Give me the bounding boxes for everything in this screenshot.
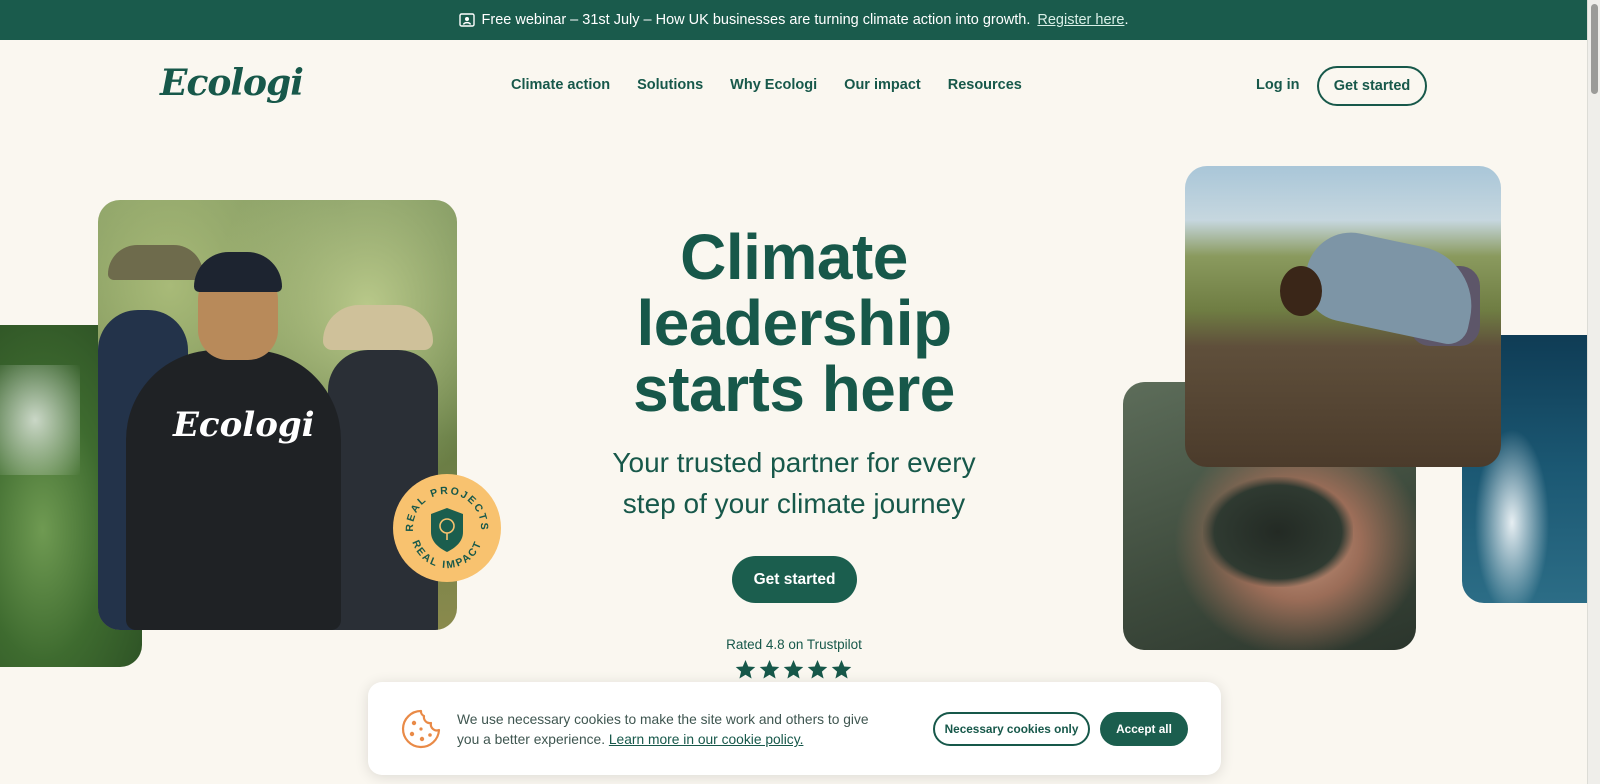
shirt-logo: Ecologi <box>173 405 315 445</box>
star-icon <box>735 660 756 679</box>
hat-shape <box>323 305 433 350</box>
cookie-banner: We use necessary cookies to make the sit… <box>368 682 1221 775</box>
nav-climate-action[interactable]: Climate action <box>511 77 610 93</box>
necessary-cookies-button[interactable]: Necessary cookies only <box>933 712 1090 746</box>
main-nav: Ecologi Climate action Solutions Why Eco… <box>0 40 1587 133</box>
hero-subtitle: Your trusted partner for every step of y… <box>612 447 976 519</box>
rating-stars <box>735 659 853 681</box>
cap-shape <box>194 252 282 292</box>
presentation-icon <box>458 13 475 27</box>
hero-title: Climate leadership starts here <box>633 221 955 425</box>
nav-resources[interactable]: Resources <box>948 77 1022 93</box>
star-icon <box>759 660 780 679</box>
real-projects-badge: REAL PROJECTS REAL IMPACT <box>393 474 501 582</box>
person-shape <box>126 350 341 630</box>
person-shape <box>1297 224 1483 348</box>
hat-shape <box>108 245 203 280</box>
scrollbar-thumb[interactable] <box>1591 4 1598 94</box>
star-icon <box>807 660 828 679</box>
login-link[interactable]: Log in <box>1256 77 1300 93</box>
mangrove-photo <box>1185 166 1501 467</box>
cookie-message: We use necessary cookies to make the sit… <box>457 710 877 750</box>
banner-text: Free webinar – 31st July – How UK busine… <box>481 12 1031 28</box>
hero-get-started-button[interactable]: Get started <box>732 556 857 603</box>
page-scrollbar[interactable] <box>1587 0 1600 784</box>
nav-our-impact[interactable]: Our impact <box>844 77 921 93</box>
nav-links: Climate action Solutions Why Ecologi Our… <box>511 77 1022 93</box>
nav-why-ecologi[interactable]: Why Ecologi <box>730 77 817 93</box>
cookie-icon <box>401 709 441 749</box>
soil-shape <box>1203 477 1353 587</box>
trustpilot-rating[interactable]: Rated 4.8 on Trustpilot <box>690 637 898 652</box>
register-link[interactable]: Register here <box>1037 12 1124 28</box>
nav-get-started-button[interactable]: Get started <box>1317 66 1427 106</box>
cookie-policy-link[interactable]: Learn more in our cookie policy. <box>609 732 804 747</box>
nav-solutions[interactable]: Solutions <box>637 77 703 93</box>
announcement-banner: Free webinar – 31st July – How UK busine… <box>0 0 1587 40</box>
person-head-shape <box>1280 266 1322 316</box>
banner-suffix: . <box>1124 12 1129 28</box>
star-icon <box>783 660 804 679</box>
ecologi-logo[interactable]: Ecologi <box>160 62 304 104</box>
star-icon <box>831 660 852 679</box>
accept-all-button[interactable]: Accept all <box>1100 712 1188 746</box>
